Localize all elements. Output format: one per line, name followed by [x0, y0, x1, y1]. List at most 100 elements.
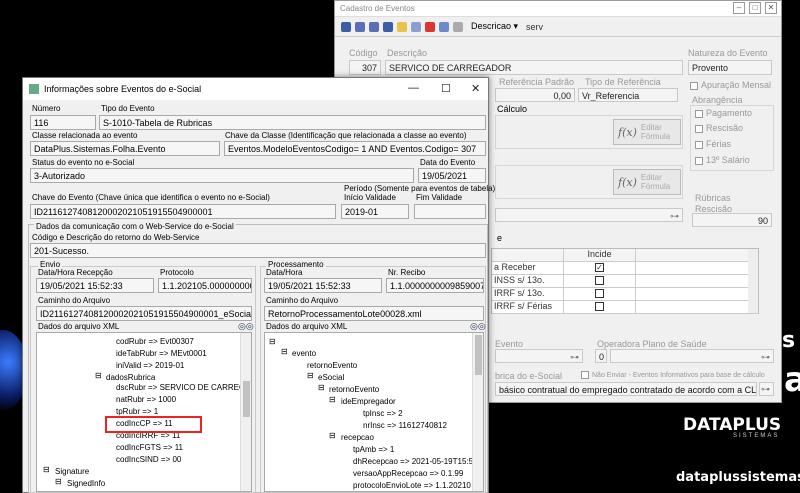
abrangencia-ferias[interactable]: Férias — [695, 139, 731, 149]
next-icon[interactable] — [369, 21, 379, 32]
minimize-button[interactable]: — — [408, 82, 419, 94]
expander-icon[interactable]: ⊟ — [43, 465, 50, 474]
esocial-rubrica-field[interactable]: básico contratual do empregado contratad… — [495, 382, 757, 396]
tree-node[interactable]: tpInsc => 2 — [363, 409, 403, 418]
rubricas-rescisao-field[interactable]: 90 — [692, 213, 772, 227]
expander-icon[interactable]: ⊟ — [318, 383, 325, 392]
codigo-field[interactable]: 307 — [349, 60, 381, 75]
close-button[interactable]: ✕ — [765, 2, 777, 14]
tree-node[interactable]: dhRecepcao => 2021-05-19T15:52 — [353, 457, 478, 466]
envio-caminho-field[interactable]: ID2116127408120002021051915504900001_eSo… — [36, 306, 252, 321]
tree-node[interactable]: evento — [292, 349, 316, 358]
expander-icon[interactable]: ⊟ — [307, 371, 314, 380]
minimize-button[interactable]: – — [733, 2, 745, 14]
grid-row[interactable]: INSS s/ 13o. — [492, 275, 758, 288]
tree-node[interactable]: codIncSIND => 00 — [116, 455, 181, 464]
new-icon[interactable] — [397, 21, 407, 32]
tree-node[interactable]: tpRubr => 1 — [116, 407, 158, 416]
tree-node[interactable]: recepcao — [341, 433, 374, 442]
tipo-evento-field[interactable]: S-1010-Tabela de Rubricas — [99, 115, 486, 130]
expander-icon[interactable]: ⊟ — [329, 395, 336, 404]
editar-formula-button-1[interactable]: f(x) Editar Fórmula — [613, 119, 681, 145]
incide-checkbox[interactable] — [595, 289, 604, 298]
grid-scrollbar[interactable] — [748, 249, 758, 313]
tree-node[interactable]: codIncFGTS => 11 — [116, 443, 183, 452]
tree-node[interactable]: eSocial — [318, 373, 344, 382]
maximize-button[interactable]: ☐ — [441, 82, 451, 95]
tree-scrollbar[interactable] — [472, 333, 483, 491]
descricao-field[interactable]: SERVICO DE CARREGADOR — [385, 60, 683, 75]
esocial-lookup[interactable]: ⊶ — [759, 382, 774, 396]
tree-node[interactable]: ideEmpregador — [341, 397, 396, 406]
numero-field[interactable]: 116 — [30, 115, 96, 130]
envio-data-field[interactable]: 19/05/2021 15:52:33 — [36, 278, 154, 293]
save-icon[interactable] — [439, 21, 449, 32]
maximize-button[interactable]: □ — [749, 2, 761, 14]
plano-saude-field[interactable]: 0 — [595, 349, 607, 363]
tree-node[interactable]: retornoEvento — [307, 361, 357, 370]
tree-node[interactable]: tpAmb => 1 — [353, 445, 394, 454]
expander-icon[interactable]: ⊟ — [281, 347, 288, 356]
binoculars-icon[interactable]: ◎◎ — [470, 321, 486, 332]
tree-scrollbar[interactable] — [240, 333, 251, 491]
lookup-button[interactable]: ⊶ — [495, 208, 683, 222]
expander-icon[interactable]: ⊟ — [269, 337, 276, 346]
editar-formula-button-2[interactable]: f(x) Editar Fórmula — [613, 169, 681, 195]
tree-node[interactable]: iniValid => 2019-01 — [116, 361, 184, 370]
grid-row[interactable]: IRRF s/ Férias — [492, 301, 758, 314]
inicio-validade-field[interactable]: 2019-01 — [341, 204, 409, 219]
proc-xml-tree[interactable]: ⊟ ⊟ evento retornoEvento ⊟ eSocial ⊟ ret… — [264, 332, 484, 492]
tree-node[interactable]: versaoAppRecepcao => 0.1.99 — [353, 469, 463, 478]
classe-field[interactable]: DataPlus.Sistemas.Folha.Evento — [30, 141, 220, 156]
ref-padrao-field[interactable]: 0,00 — [495, 88, 575, 102]
delete-icon[interactable] — [425, 21, 435, 32]
close-button[interactable]: ✕ — [471, 82, 480, 95]
tree-node[interactable]: retornoEvento — [329, 385, 379, 394]
protocolo-field[interactable]: 1.1.202105.0000000001 — [158, 278, 252, 293]
grid-row[interactable]: a Receber ✓ — [492, 262, 758, 275]
undo-icon[interactable] — [453, 21, 463, 32]
first-icon[interactable] — [341, 21, 351, 32]
apuracao-mensal-checkbox[interactable]: Apuração Mensal — [690, 80, 771, 90]
incide-checkbox[interactable] — [595, 276, 604, 285]
tree-node[interactable]: codRubr => Evt00307 — [116, 337, 194, 346]
expander-icon[interactable]: ⊟ — [55, 477, 62, 486]
sort-field-select[interactable]: Descricao ▾ — [471, 21, 518, 32]
evento-lookup[interactable]: ⊶ — [495, 349, 583, 363]
nao-enviar-checkbox[interactable]: Não Enviar - Eventos Informativos para b… — [581, 371, 765, 379]
envio-xml-tree[interactable]: codRubr => Evt00307 ideTabRubr => MEvt00… — [36, 332, 252, 492]
incide-checkbox[interactable] — [595, 302, 604, 311]
tipo-ref-select[interactable]: Vr_Referencia — [578, 88, 678, 102]
codigo-retorno-field[interactable]: 201-Sucesso. — [30, 243, 486, 258]
search-text[interactable]: serv — [526, 22, 543, 32]
tree-node[interactable]: dscRubr => SERVICO DE CARREGAD — [116, 383, 251, 392]
prev-icon[interactable] — [355, 21, 365, 32]
proc-caminho-field[interactable]: RetornoProcessamentoLote00028.xml — [264, 306, 484, 321]
tree-node[interactable]: Signature — [55, 467, 89, 476]
natureza-select[interactable]: Provento — [688, 60, 772, 75]
recibo-field[interactable]: 1.1.0000000009859007 — [386, 278, 484, 293]
tree-node[interactable]: dadosRubrica — [106, 373, 155, 382]
edit-icon[interactable] — [411, 21, 421, 32]
expander-icon[interactable]: ⊟ — [329, 431, 336, 440]
plano-saude-lookup[interactable]: ⊶ — [610, 349, 774, 363]
status-field[interactable]: 3-Autorizado — [30, 168, 414, 183]
tree-node[interactable]: SignedInfo — [67, 479, 105, 488]
tree-node[interactable]: nrInsc => 11612740812 — [363, 421, 447, 430]
abrangencia-pagamento[interactable]: Pagamento — [695, 108, 752, 118]
proc-data-field[interactable]: 19/05/2021 15:52:33 — [264, 278, 382, 293]
chave-classe-field[interactable]: Eventos.ModeloEventosCodigo= 1 AND Event… — [224, 141, 486, 156]
chave-evento-field[interactable]: ID2116127408120002021051915504900001 — [30, 204, 336, 219]
abrangencia-rescisao[interactable]: Rescisão — [695, 123, 743, 133]
tree-node[interactable]: natRubr => 1000 — [116, 395, 176, 404]
incide-checkbox[interactable]: ✓ — [595, 263, 604, 272]
tree-node[interactable]: protocoloEnvioLote => 1.1.20210 — [353, 481, 471, 490]
data-evento-field[interactable]: 19/05/2021 — [418, 168, 486, 183]
abrangencia-13-salario[interactable]: 13º Salário — [695, 155, 750, 165]
tree-node[interactable]: ideTabRubr => MEvt0001 — [116, 349, 207, 358]
fim-validade-field[interactable] — [414, 204, 486, 219]
expander-icon[interactable]: ⊟ — [95, 371, 102, 380]
binoculars-icon[interactable]: ◎◎ — [238, 321, 254, 332]
last-icon[interactable] — [383, 21, 393, 32]
grid-row[interactable]: IRRF s/ 13o. — [492, 288, 758, 301]
